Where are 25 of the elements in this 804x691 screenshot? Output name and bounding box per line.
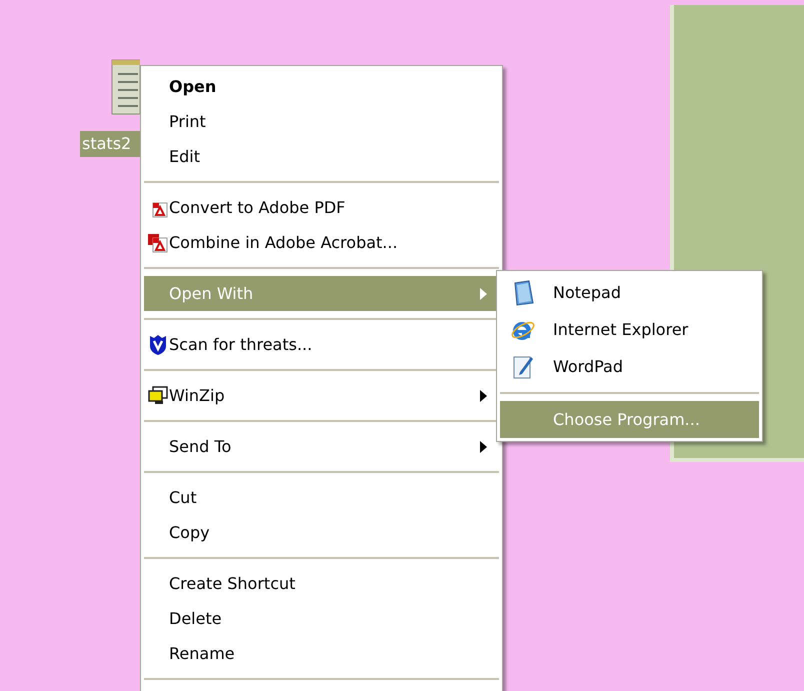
menu-item[interactable]: Scan for threats... (144, 327, 499, 362)
menu-item[interactable]: Print (144, 104, 499, 139)
pdf-icon (147, 232, 169, 252)
menu-item[interactable]: Notepad (500, 274, 759, 311)
document-pen-icon (512, 354, 534, 380)
submenu-arrow-icon (480, 390, 487, 402)
menu-item[interactable]: Copy (144, 515, 499, 550)
menu-item[interactable]: Delete (144, 601, 499, 636)
menu-item[interactable]: Rename (144, 636, 499, 671)
menu-item[interactable]: Edit (144, 139, 499, 174)
notepad-icon (512, 280, 534, 306)
submenu-arrow-icon (480, 440, 487, 452)
menu-item[interactable]: Cut (144, 480, 499, 515)
menu-item[interactable]: WinZip (144, 378, 499, 413)
shield-icon (149, 334, 167, 356)
menu-item[interactable]: Internet Explorer (500, 311, 759, 348)
menu-item[interactable]: WordPad (500, 348, 759, 385)
menu-item[interactable]: Create Shortcut (144, 566, 499, 601)
folder-icon (147, 384, 169, 406)
menu-item[interactable]: Open (144, 69, 499, 104)
menu-item[interactable]: Convert to Adobe PDF (144, 190, 499, 225)
document-icon (110, 58, 140, 116)
menu-item[interactable]: Send To (144, 429, 499, 464)
submenu-arrow-icon (480, 288, 487, 300)
menu-item[interactable]: Combine in Adobe Acrobat... (144, 225, 499, 260)
